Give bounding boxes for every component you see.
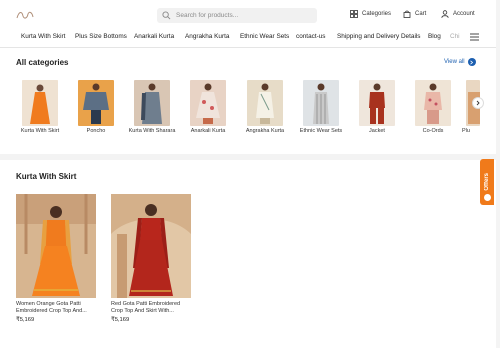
grid-icon bbox=[350, 10, 358, 18]
category-image bbox=[303, 80, 339, 126]
offers-tab[interactable]: Offers bbox=[480, 159, 494, 205]
view-all-label: View all bbox=[444, 59, 465, 65]
product-name-line1: Red Gota Patti Embroidered bbox=[111, 301, 181, 307]
category-label: Poncho bbox=[86, 128, 106, 134]
category-image bbox=[22, 80, 58, 126]
product-name-line2: Embroidered Crop Top And... bbox=[16, 308, 87, 314]
account-label: Account bbox=[453, 11, 475, 17]
user-icon bbox=[441, 10, 449, 18]
main-nav: Kurta With Skirt Plus Size Bottoms Anark… bbox=[0, 30, 500, 46]
search-input[interactable]: Search for products... bbox=[176, 12, 238, 19]
category-label: Kurta With Skirt bbox=[20, 128, 60, 134]
category-label: Anarkali Kurta bbox=[190, 128, 226, 134]
product-card[interactable]: Red Gota Patti Embroidered Crop Top And … bbox=[111, 194, 191, 323]
product-image bbox=[111, 194, 191, 298]
nav-item-plus-size-bottoms[interactable]: Plus Size Bottoms bbox=[75, 33, 127, 40]
category-tile-co-ords[interactable]: Co-Ords bbox=[408, 80, 458, 135]
cart-icon bbox=[403, 10, 411, 18]
nav-item-contact-us[interactable]: contact-us bbox=[296, 33, 325, 40]
nav-item-shipping[interactable]: Shipping and Delivery Details bbox=[337, 33, 420, 40]
category-label: Angrakha Kurta bbox=[245, 128, 285, 134]
account-button[interactable]: Account bbox=[441, 10, 475, 18]
category-image bbox=[247, 80, 283, 126]
offers-icon bbox=[483, 194, 491, 201]
category-tile-plus[interactable]: Plu bbox=[458, 80, 488, 135]
product-price: ₹5,169 bbox=[111, 317, 130, 323]
categories-title: All categories bbox=[16, 58, 69, 67]
category-label: Kurta With Sharara bbox=[128, 128, 176, 134]
product-name-line1: Women Orange Gota Patti bbox=[16, 301, 81, 307]
category-tile-anarkali-kurta[interactable]: Anarkali Kurta bbox=[183, 80, 233, 135]
category-label: Co-Ords bbox=[422, 128, 444, 134]
menu-icon[interactable] bbox=[470, 33, 479, 41]
category-label: Ethnic Wear Sets bbox=[299, 128, 343, 134]
search-bar[interactable]: Search for products... bbox=[157, 8, 317, 23]
product-image bbox=[16, 194, 96, 298]
scrollbar[interactable] bbox=[496, 0, 500, 348]
category-label: Plu bbox=[462, 128, 470, 134]
chevron-right-icon bbox=[476, 100, 480, 106]
carousel-next-button[interactable] bbox=[472, 97, 484, 109]
category-image bbox=[415, 80, 451, 126]
view-all-link[interactable]: View all bbox=[444, 58, 476, 66]
product-name: Red Gota Patti Embroidered Crop Top And … bbox=[111, 301, 191, 315]
brand-logo[interactable] bbox=[14, 8, 36, 22]
cart-label: Cart bbox=[415, 11, 427, 17]
categories-label: Categories bbox=[362, 11, 392, 17]
nav-item-kurta-with-skirt[interactable]: Kurta With Skirt bbox=[21, 33, 65, 40]
category-image bbox=[359, 80, 395, 126]
product-card[interactable]: Women Orange Gota Patti Embroidered Crop… bbox=[16, 194, 96, 323]
category-tile-poncho[interactable]: Poncho bbox=[71, 80, 121, 135]
product-price: ₹5,169 bbox=[16, 317, 35, 323]
category-tile-kurta-with-skirt[interactable]: Kurta With Skirt bbox=[15, 80, 65, 135]
category-tile-angrakha-kurta[interactable]: Angrakha Kurta bbox=[240, 80, 290, 135]
product-name: Women Orange Gota Patti Embroidered Crop… bbox=[16, 301, 96, 315]
cart-button[interactable]: Cart bbox=[403, 10, 426, 18]
nav-item-truncated[interactable]: Chi bbox=[450, 33, 460, 40]
category-image bbox=[78, 80, 114, 126]
category-label: Jacket bbox=[369, 128, 385, 134]
category-tile-ethnic-wear-sets[interactable]: Ethnic Wear Sets bbox=[296, 80, 346, 135]
nav-item-anarkali-kurta[interactable]: Anarkali Kurta bbox=[134, 33, 174, 40]
products-section-title: Kurta With Skirt bbox=[16, 172, 77, 181]
search-icon bbox=[162, 11, 171, 20]
offers-label: Offers bbox=[484, 173, 490, 191]
nav-item-blog[interactable]: Blog bbox=[428, 33, 441, 40]
categories-button[interactable]: Categories bbox=[350, 10, 391, 18]
category-tile-kurta-with-sharara[interactable]: Kurta With Sharara bbox=[127, 80, 177, 135]
header: Search for products... Categories Cart A… bbox=[0, 0, 500, 30]
nav-item-ethnic-wear-sets[interactable]: Ethnic Wear Sets bbox=[240, 33, 289, 40]
category-image bbox=[134, 80, 170, 126]
product-name-line2: Crop Top And Skirt With... bbox=[111, 308, 174, 314]
category-tile-jacket[interactable]: Jacket bbox=[352, 80, 402, 135]
nav-item-angrakha-kurta[interactable]: Angrakha Kurta bbox=[185, 33, 229, 40]
arrow-right-icon bbox=[467, 58, 476, 66]
category-image bbox=[190, 80, 226, 126]
